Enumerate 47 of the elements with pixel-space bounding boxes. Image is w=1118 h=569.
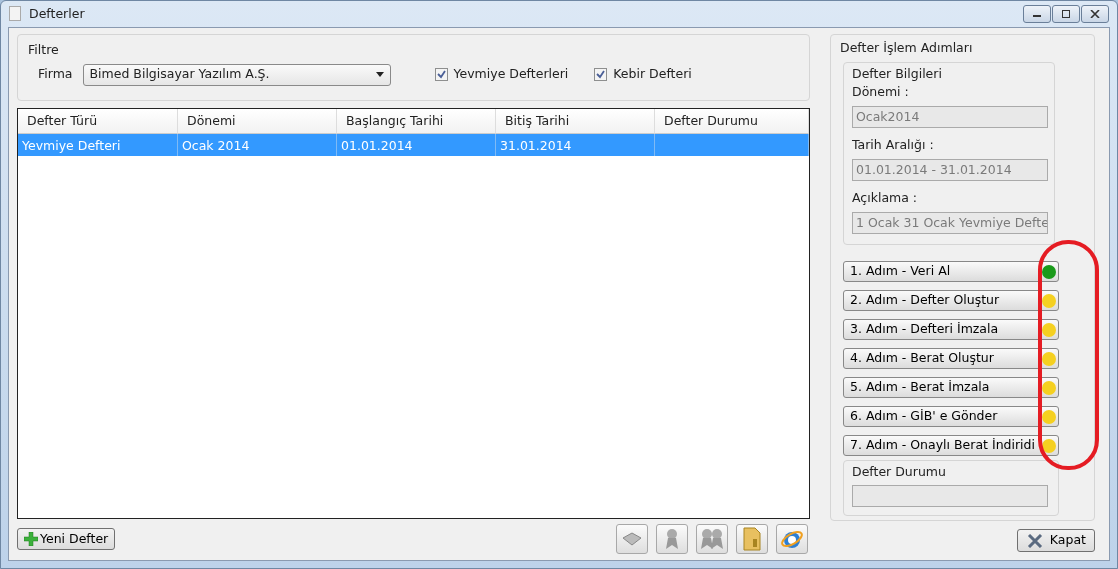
checkbox[interactable] bbox=[434, 68, 448, 81]
caret-icon bbox=[375, 72, 384, 77]
group-title: Defter İşlem Adımları bbox=[840, 38, 974, 57]
column-header: Defter Durumu bbox=[655, 108, 809, 135]
field-label: Tarih Aralığı : bbox=[852, 136, 935, 154]
new-ledger-button[interactable]: Yeni Defter bbox=[17, 527, 116, 551]
step-button[interactable]: 6. Adım - GİB' e Gönder bbox=[843, 405, 1059, 427]
ribbon-icon[interactable] bbox=[656, 524, 688, 554]
column-header: Başlangıç Tarihi bbox=[337, 108, 496, 135]
table-cell: 31.01.2014 bbox=[496, 134, 655, 157]
step-button[interactable]: 2. Adım - Defter Oluştur bbox=[843, 289, 1059, 311]
group-title: Defter Bilgileri bbox=[852, 64, 943, 83]
maximize-button[interactable] bbox=[1052, 4, 1080, 23]
company-dropdown[interactable]: Bimed Bilgisayar Yazılım A.Ş. bbox=[82, 63, 391, 86]
window-icon bbox=[9, 6, 21, 22]
step-button[interactable]: 1. Adım - Veri Al bbox=[843, 260, 1059, 282]
window-title: Defterler bbox=[29, 4, 85, 23]
ribbons-icon[interactable] bbox=[696, 524, 728, 554]
step-button[interactable]: 4. Adım - Berat Oluştur bbox=[843, 347, 1059, 369]
read-only-field: 01.01.2014 - 31.01.2014 bbox=[852, 158, 1048, 181]
field-label: Dönemi : bbox=[852, 83, 910, 102]
close-button[interactable] bbox=[1081, 4, 1109, 23]
table-cell: Yevmiye Defteri bbox=[18, 134, 178, 157]
field-label: Açıklama : bbox=[852, 188, 919, 207]
close-icon bbox=[1090, 9, 1100, 18]
checkbox-label: Kebir Defteri bbox=[613, 65, 692, 84]
folder-icon[interactable] bbox=[736, 524, 768, 554]
checkbox-label: Yevmiye Defterleri bbox=[453, 65, 569, 84]
table-cell: Ocak 2014 bbox=[178, 134, 337, 157]
column-header: Dönemi bbox=[178, 108, 337, 135]
maximize-icon bbox=[1061, 9, 1071, 18]
read-only-field: Ocak2014 bbox=[852, 106, 1048, 128]
step-button[interactable]: 3. Adım - Defteri İmzala bbox=[843, 318, 1059, 340]
table-cell: 01.01.2014 bbox=[337, 134, 496, 157]
group-title: Filtre bbox=[28, 40, 60, 59]
step-button[interactable]: 5. Adım - Berat İmzala bbox=[843, 376, 1059, 398]
close-icon bbox=[1025, 533, 1044, 548]
browser-icon[interactable] bbox=[776, 524, 808, 554]
close-window-button[interactable]: Kapat bbox=[1016, 529, 1095, 552]
minimize-button[interactable] bbox=[1023, 4, 1051, 23]
checkbox[interactable] bbox=[594, 68, 608, 81]
plus-icon bbox=[24, 532, 38, 546]
step-button[interactable]: 7. Adım - Onaylı Berat İndiridi bbox=[843, 434, 1059, 456]
group-title: Defter Durumu bbox=[852, 462, 947, 481]
field-label: Firma bbox=[38, 65, 73, 84]
column-header: Defter Türü bbox=[18, 108, 178, 135]
column-header: Bitiş Tarihi bbox=[496, 108, 655, 135]
